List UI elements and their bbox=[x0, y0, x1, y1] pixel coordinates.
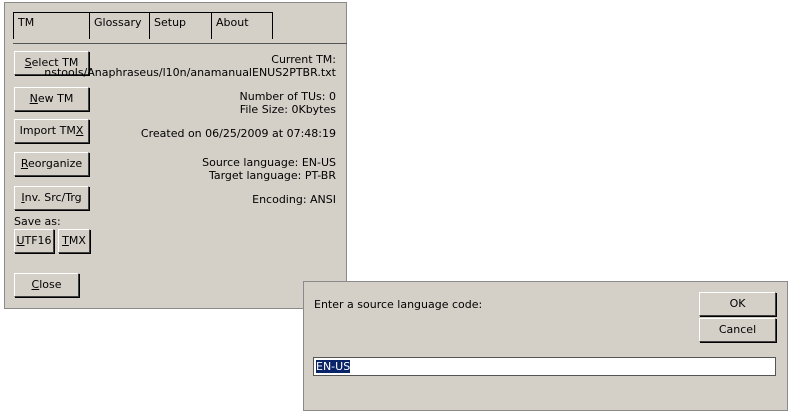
source-language-dialog: Enter a source language code: OK Cancel … bbox=[303, 281, 788, 411]
tab-glossary[interactable]: Glossary bbox=[89, 12, 149, 39]
tm-window: TM Glossary Setup About Select TM New TM… bbox=[4, 2, 347, 309]
save-utf16-button[interactable]: UTF16 bbox=[14, 229, 54, 253]
encoding: Encoding: ANSI bbox=[252, 193, 336, 206]
target-language: Target language: PT-BR bbox=[208, 169, 336, 182]
close-button[interactable]: Close bbox=[14, 273, 79, 297]
reorganize-button[interactable]: Reorganize bbox=[14, 152, 89, 176]
dialog-prompt: Enter a source language code: bbox=[314, 298, 483, 311]
language-code-input[interactable]: EN-US bbox=[313, 357, 776, 376]
import-tmx-button[interactable]: Import TMX bbox=[14, 119, 89, 143]
save-tmx-button[interactable]: TMX bbox=[58, 229, 90, 253]
current-tm-path: nstools/Anaphraseus/l10n/anamanualENUS2P… bbox=[44, 66, 336, 79]
tab-setup[interactable]: Setup bbox=[149, 12, 211, 39]
new-tm-button[interactable]: New TM bbox=[14, 87, 89, 111]
tab-divider bbox=[13, 43, 347, 44]
created-date: Created on 06/25/2009 at 07:48:19 bbox=[140, 127, 336, 140]
source-language: Source language: EN-US bbox=[202, 156, 336, 169]
inv-src-trg-button[interactable]: Inv. Src/Trg bbox=[14, 186, 89, 210]
ok-button[interactable]: OK bbox=[699, 292, 776, 316]
cancel-button[interactable]: Cancel bbox=[699, 318, 776, 342]
number-of-tus: Number of TUs: 0 bbox=[239, 90, 337, 103]
current-tm-label: Current TM: bbox=[271, 53, 336, 66]
file-size: File Size: 0Kbytes bbox=[239, 103, 336, 116]
tab-about[interactable]: About bbox=[211, 12, 273, 39]
save-as-label: Save as: bbox=[14, 215, 61, 228]
language-code-value: EN-US bbox=[316, 360, 351, 373]
tab-tm[interactable]: TM bbox=[13, 12, 89, 39]
tab-bar: TM Glossary Setup About bbox=[13, 12, 279, 39]
